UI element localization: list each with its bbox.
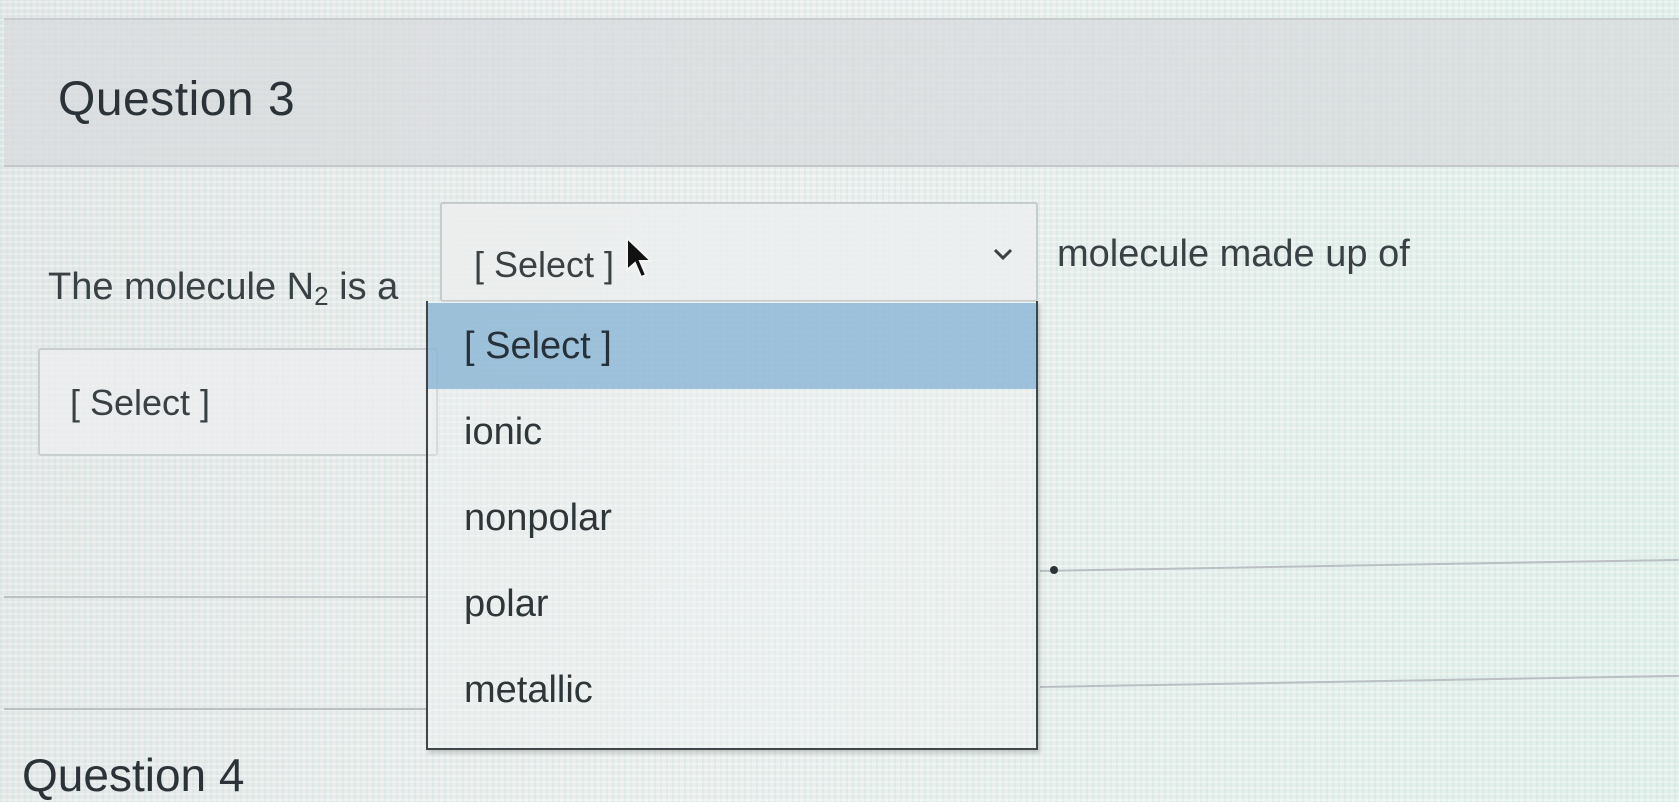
bond-type-options-list[interactable]: [ Select ] ionic nonpolar polar metallic [426, 301, 1038, 750]
question-text-is-a: is a [328, 266, 399, 308]
option-polar[interactable]: polar [428, 561, 1036, 647]
option-ionic[interactable]: ionic [428, 389, 1036, 475]
bond-type-select[interactable]: [ Select ] [440, 202, 1038, 302]
divider [1039, 674, 1679, 688]
option-nonpolar[interactable]: nonpolar [428, 475, 1036, 561]
divider [4, 708, 426, 710]
quiz-page: Question 3 The molecule N2 is a [ Select… [0, 0, 1679, 801]
divider [1039, 558, 1679, 572]
sentence-period [1050, 566, 1058, 574]
option-metallic[interactable]: metallic [428, 647, 1036, 733]
mouse-cursor-icon [626, 236, 654, 279]
chevron-down-icon [993, 248, 1013, 261]
question-text-part1: The molecule N2 is a [48, 266, 398, 312]
question-3-title: Question 3 [58, 73, 296, 126]
question-text-part2: molecule made up of [1057, 233, 1410, 275]
question-4-title: Question 4 [22, 749, 245, 801]
question-text-before: The molecule N [48, 266, 315, 308]
bond-type-select-value: [ Select ] [474, 244, 615, 285]
subscript-2: 2 [314, 281, 329, 311]
second-select-value: [ Select ] [70, 382, 211, 423]
divider [4, 596, 426, 598]
option-select-placeholder[interactable]: [ Select ] [428, 303, 1036, 389]
second-select[interactable]: [ Select ] [38, 348, 438, 456]
